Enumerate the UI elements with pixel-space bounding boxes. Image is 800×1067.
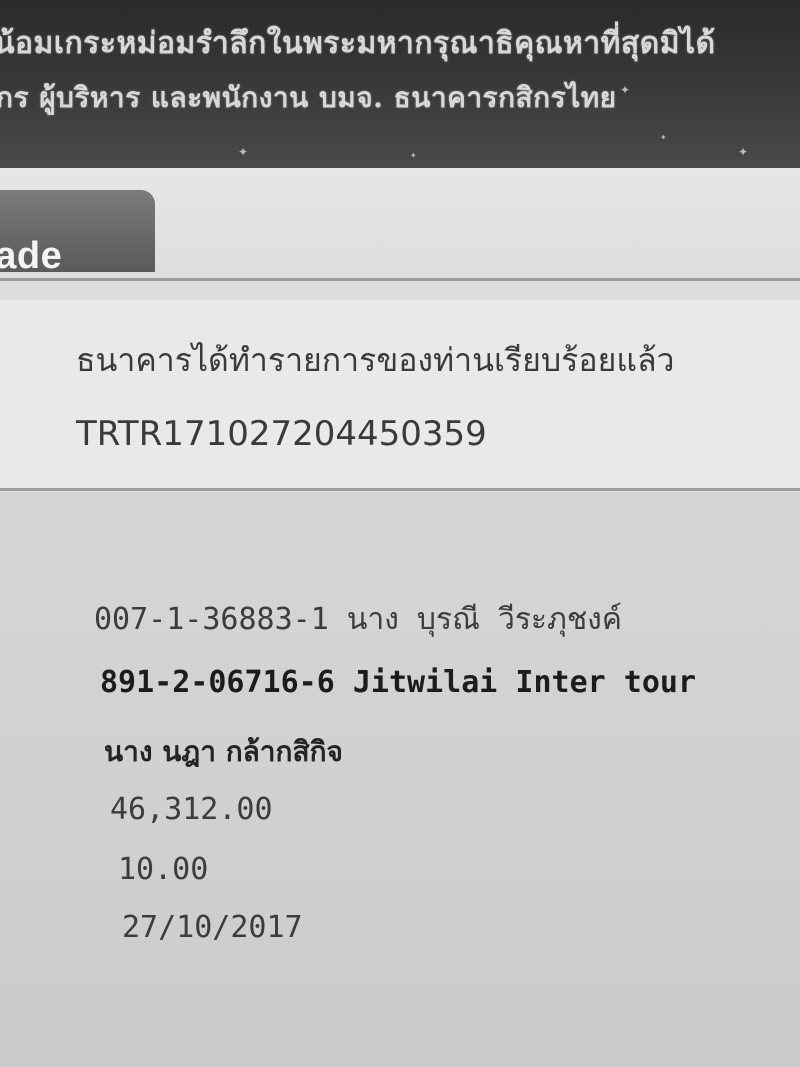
sparkle-icon: ✦ [410, 151, 417, 160]
divider [0, 278, 800, 281]
transfer-amount: 46,312.00 [110, 792, 273, 827]
sparkle-icon: ✦ [620, 83, 631, 97]
tab-trade-label: rade [0, 235, 63, 277]
result-panel [0, 300, 800, 488]
transfer-details [0, 492, 800, 1067]
to-account: 891-2-06716-6 Jitwilai Inter tour [100, 665, 697, 700]
tab-bar: rade [0, 168, 800, 278]
banner-text-line-2: กร ผู้บริหาร และพนักงาน บมจ. ธนาคารกสิกร… [0, 81, 617, 114]
sparkle-icon: ✦ [238, 145, 249, 159]
transaction-reference: TRTR171027204450359 [76, 414, 487, 454]
sparkle-icon: ✦ [738, 145, 749, 159]
success-message: ธนาคารได้ทำรายการของท่านเรียบร้อยแล้ว [76, 341, 675, 379]
from-account: 007-1-36883-1 นาง บุรณี วีระภุชงค์ [94, 602, 622, 637]
tab-trade[interactable]: rade [0, 190, 155, 277]
sparkle-icon: ✦ [660, 133, 667, 142]
header-banner: น้อมเกระหม่อมรำลึกในพระมหากรุณาธิคุณหาที… [0, 0, 800, 168]
transfer-fee: 10.00 [118, 852, 209, 887]
divider [0, 488, 800, 491]
recipient-name: นาง นฎา กล้ากสิกิจ [104, 735, 343, 768]
banner-text-line-1: น้อมเกระหม่อมรำลึกในพระมหากรุณาธิคุณหาที… [0, 26, 716, 61]
transfer-date: 27/10/2017 [122, 910, 303, 945]
